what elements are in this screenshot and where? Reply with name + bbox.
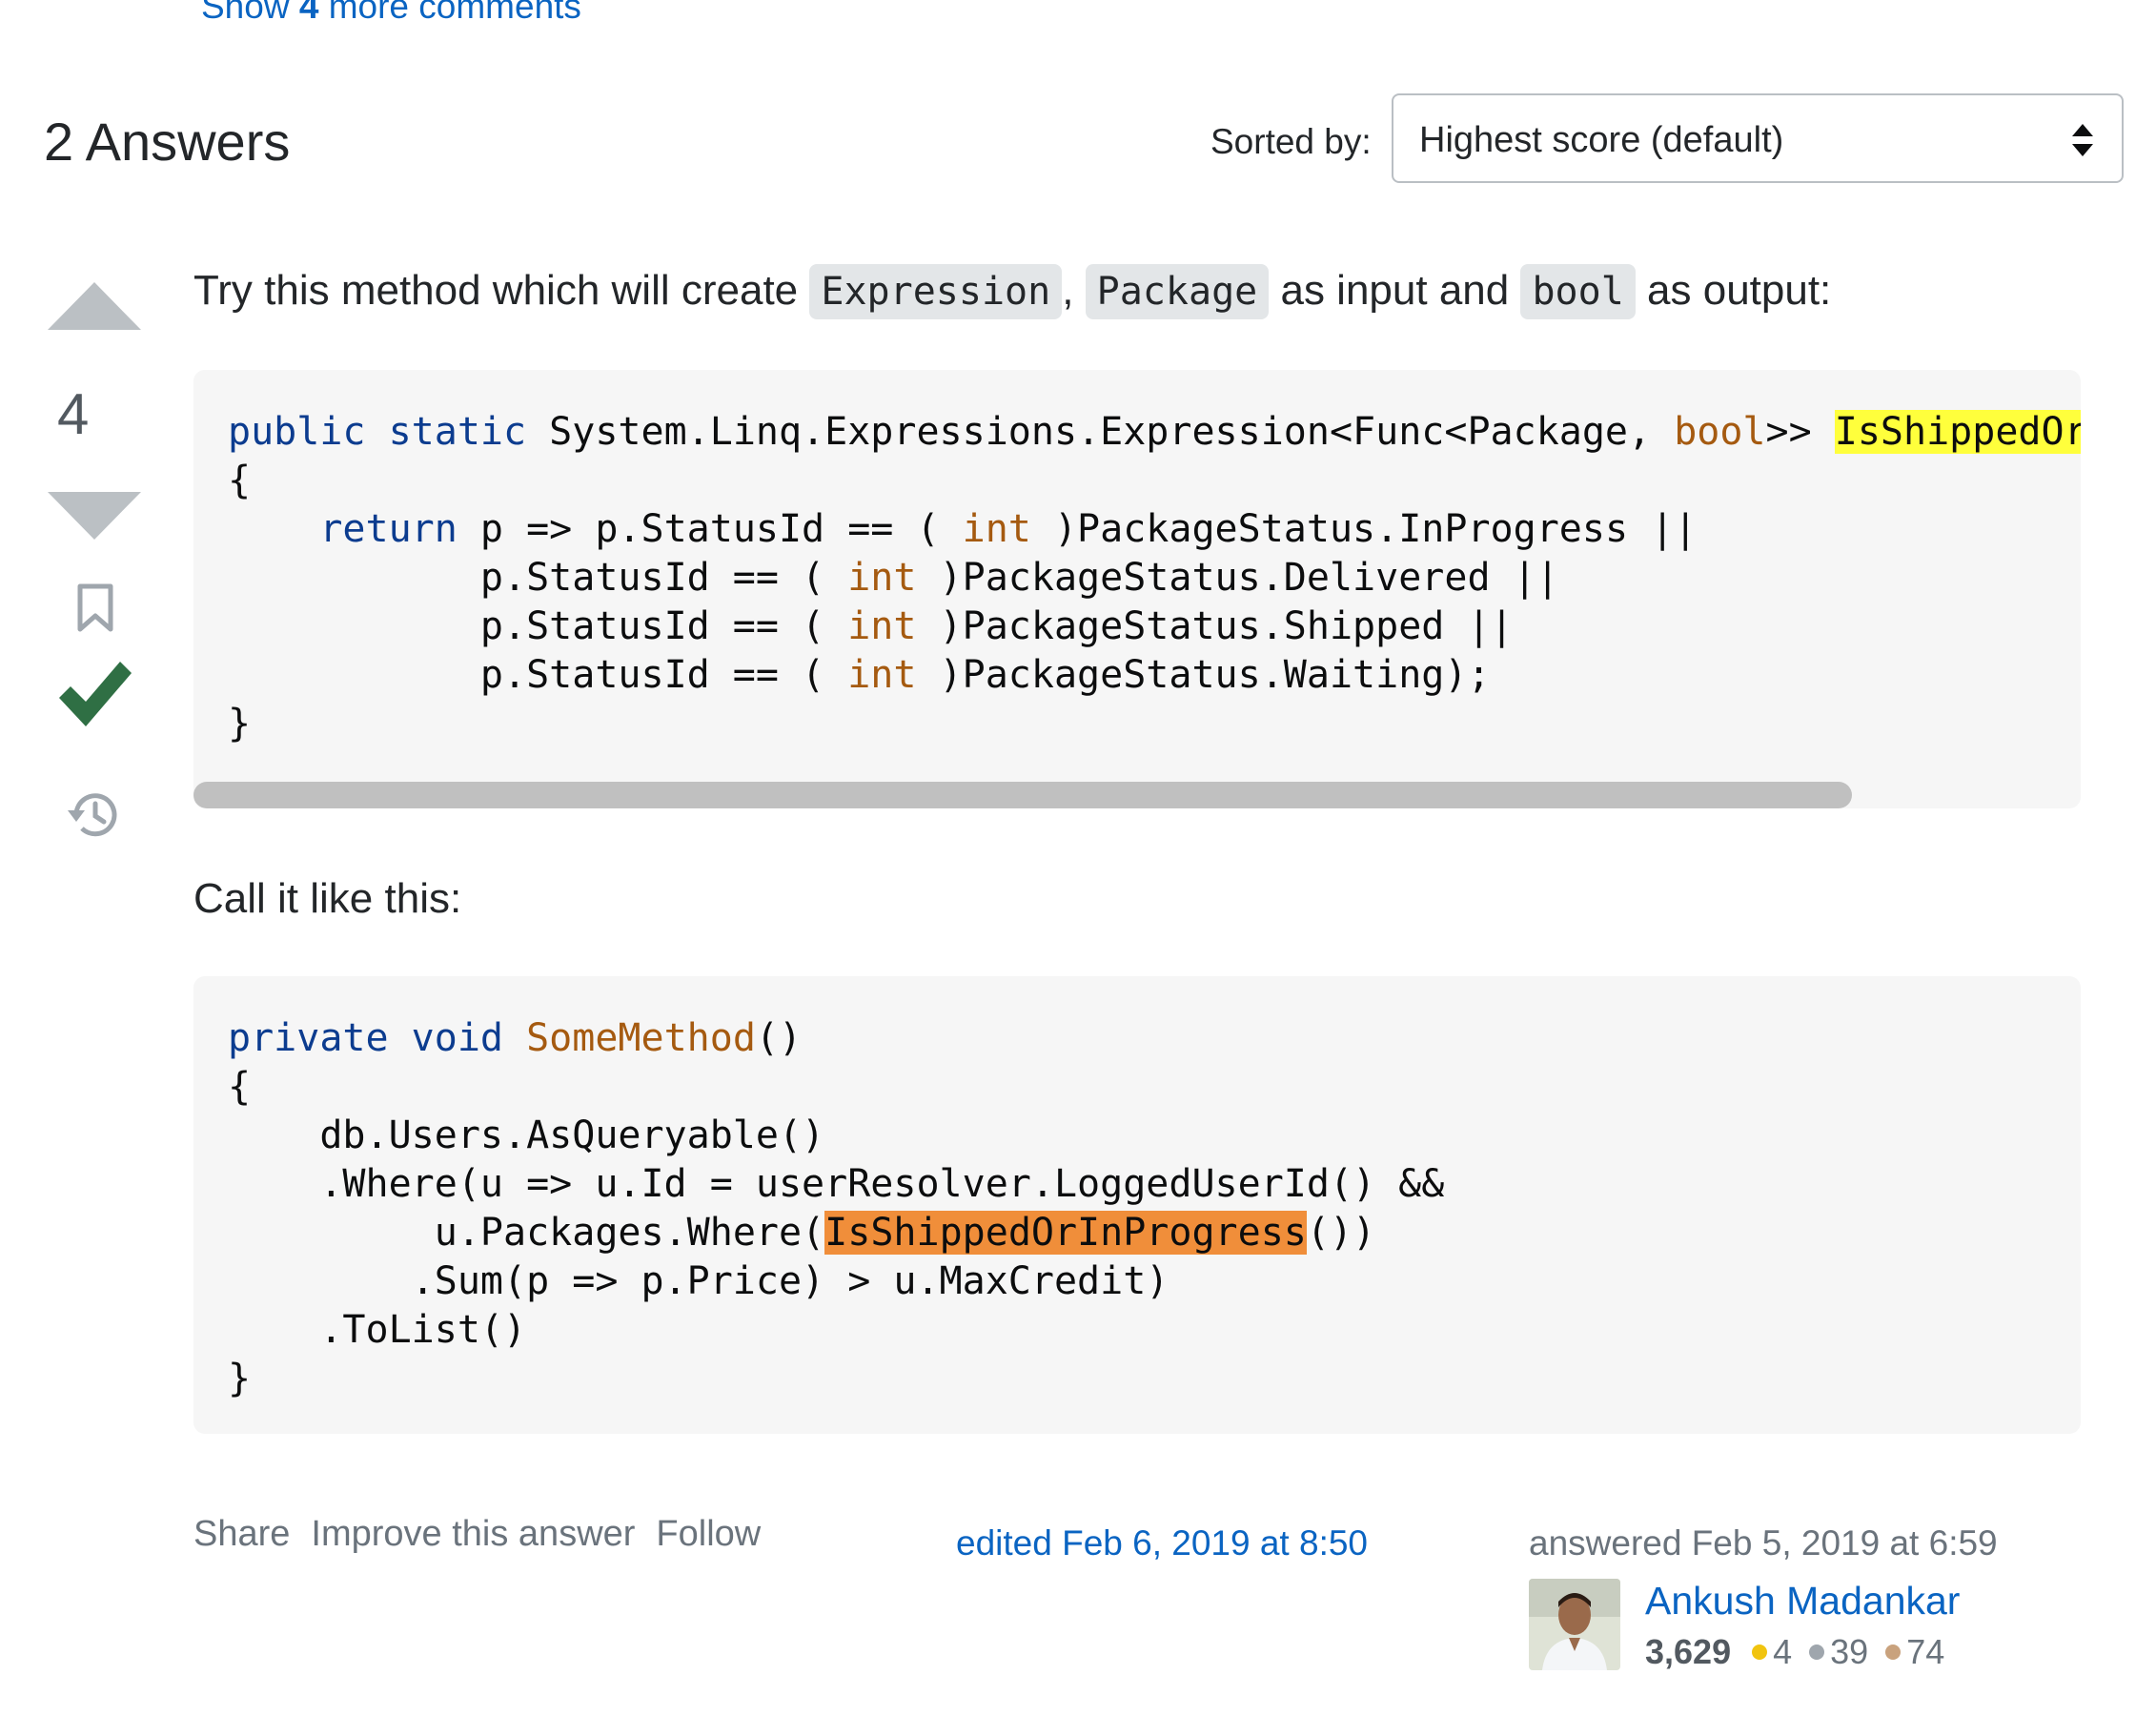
- code-brace: {: [228, 1065, 252, 1109]
- inline-code-bool: bool: [1520, 264, 1636, 319]
- inline-code-package: Package: [1085, 264, 1270, 319]
- edited-timestamp-link[interactable]: edited Feb 6, 2019 at 8:50: [956, 1523, 1368, 1563]
- select-arrows-icon: [2072, 124, 2093, 156]
- accepted-checkmark-icon: [59, 662, 132, 726]
- code-segment: p.StatusId == (: [479, 556, 848, 600]
- code-segment: db.Users.AsQueryable(): [319, 1113, 825, 1157]
- bronze-badge-icon: [1885, 1644, 1902, 1661]
- code-keyword: private void: [228, 1016, 503, 1060]
- reputation-score: 3,629: [1645, 1632, 1732, 1671]
- silver-badge-count: 39: [1830, 1632, 1869, 1671]
- code-brace: }: [228, 1357, 252, 1400]
- history-icon[interactable]: [65, 787, 122, 843]
- gold-badge-count: 4: [1773, 1632, 1793, 1671]
- answers-count-heading: 2 Answers: [44, 112, 291, 172]
- bronze-badge-count: 74: [1906, 1632, 1945, 1671]
- answer-intro-text: Try this method which will create Expres…: [193, 264, 1832, 319]
- downvote-arrow-icon[interactable]: [48, 492, 141, 540]
- user-avatar[interactable]: [1529, 1579, 1620, 1670]
- upvote-arrow-icon[interactable]: [48, 282, 141, 330]
- improve-answer-link[interactable]: Improve this answer: [311, 1514, 635, 1554]
- code-type: bool: [1674, 410, 1766, 454]
- intro-part-2: as input and: [1280, 267, 1510, 314]
- user-name-link[interactable]: Ankush Madankar: [1645, 1579, 1960, 1624]
- code-keyword: public static: [228, 410, 527, 454]
- code-segment: .Where(u => u.Id = userResolver.LoggedUs…: [319, 1162, 1445, 1206]
- code-segment: p => p.StatusId == (: [457, 507, 963, 551]
- code-block-usage[interactable]: private void SomeMethod() { db.Users.AsQ…: [193, 976, 2081, 1434]
- share-link[interactable]: Share: [193, 1514, 290, 1554]
- code-method-name: SomeMethod: [526, 1016, 756, 1060]
- code-segment: .ToList(): [319, 1308, 527, 1352]
- code-block-method[interactable]: public static System.Linq.Expressions.Ex…: [193, 370, 2081, 808]
- code-text: public static System.Linq.Expressions.Ex…: [228, 408, 2081, 748]
- sort-select[interactable]: Highest score (default): [1392, 93, 2124, 183]
- user-reputation: 3,629 4 39 74: [1645, 1632, 1944, 1672]
- code-segment: )PackageStatus.InProgress ||: [1030, 507, 1698, 551]
- show-more-prefix: Show: [201, 0, 290, 26]
- inline-code-expression: Expression: [809, 264, 1063, 319]
- intro-part-1: Try this method which will create: [193, 267, 799, 314]
- follow-link[interactable]: Follow: [656, 1514, 761, 1554]
- code-type: int: [847, 556, 917, 600]
- code-segment: )PackageStatus.Delivered ||: [916, 556, 1559, 600]
- code-segment: >>: [1765, 410, 1835, 454]
- more-comments-count: 4: [298, 0, 319, 26]
- post-menu: Share Improve this answer Follow: [193, 1514, 782, 1555]
- bookmark-icon[interactable]: [76, 583, 114, 633]
- code-segment: System.Linq.Expressions.Expression<Func<…: [526, 410, 1675, 454]
- answered-timestamp: answered Feb 5, 2019 at 6:59: [1529, 1523, 1998, 1563]
- vote-count: 4: [57, 382, 90, 446]
- code-segment: )PackageStatus.Shipped ||: [916, 604, 1514, 648]
- code-highlight-method-call: IsShippedOrInProgress: [824, 1211, 1307, 1255]
- code-type: int: [847, 653, 917, 697]
- silver-badge-icon: [1809, 1644, 1825, 1661]
- code-segment: (): [755, 1016, 803, 1060]
- code-segment: p.StatusId == (: [479, 653, 848, 697]
- code-segment: p.StatusId == (: [479, 604, 848, 648]
- code-brace: {: [228, 459, 252, 502]
- code-keyword: return: [319, 507, 458, 551]
- code-segment: u.Packages.Where(: [434, 1211, 825, 1255]
- code-segment: ()): [1306, 1211, 1376, 1255]
- code-type: int: [847, 604, 917, 648]
- code-type: int: [962, 507, 1031, 551]
- sort-label: Sorted by:: [1210, 122, 1372, 161]
- intro-comma: ,: [1062, 267, 1074, 314]
- code-highlight-method-name: IsShippedOrIr: [1834, 410, 2081, 454]
- code-text: private void SomeMethod() { db.Users.AsQ…: [228, 1014, 1444, 1403]
- code-segment: .Sum(p => p.Price) > u.MaxCredit): [411, 1259, 1170, 1303]
- code-brace: }: [228, 702, 252, 746]
- code-segment: )PackageStatus.Waiting);: [916, 653, 1491, 697]
- intro-part-3: as output:: [1647, 267, 1832, 314]
- gold-badge-icon: [1752, 1644, 1768, 1661]
- show-more-comments-link[interactable]: Show 4 more comments: [201, 0, 581, 27]
- show-more-suffix: more comments: [328, 0, 581, 26]
- call-it-text: Call it like this:: [193, 875, 462, 922]
- sort-selected-value: Highest score (default): [1419, 120, 1784, 160]
- horizontal-scrollbar-thumb[interactable]: [193, 782, 1852, 808]
